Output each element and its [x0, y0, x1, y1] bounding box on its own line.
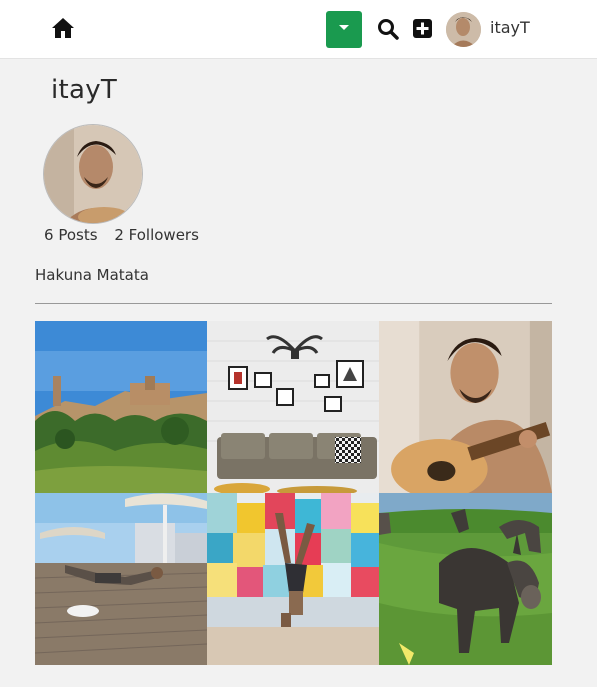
avatar[interactable] [446, 12, 481, 47]
home-icon[interactable] [51, 17, 75, 39]
profile-stats: 6 Posts 2 Followers [44, 226, 199, 244]
followers-count[interactable]: 2 [114, 226, 124, 244]
dropdown-button[interactable] [326, 11, 362, 48]
plus-square-icon[interactable] [413, 19, 432, 38]
profile-bio: Hakuna Matata [35, 266, 149, 284]
post-thumbnail[interactable] [207, 493, 379, 665]
caret-down-icon [339, 25, 349, 30]
posts-label: Posts [58, 226, 98, 244]
nav-username[interactable]: itayT [490, 18, 530, 37]
post-thumbnail[interactable] [35, 321, 207, 493]
divider [35, 303, 552, 304]
post-grid [35, 321, 552, 665]
followers-label[interactable]: Followers [129, 226, 199, 244]
post-thumbnail[interactable] [379, 493, 552, 665]
post-thumbnail[interactable] [207, 321, 379, 493]
profile-name: itayT [51, 75, 118, 105]
profile-avatar [43, 124, 143, 224]
posts-count: 6 [44, 226, 54, 244]
post-thumbnail[interactable] [35, 493, 207, 665]
search-icon[interactable] [377, 18, 399, 40]
post-thumbnail[interactable] [379, 321, 552, 493]
top-navbar: itayT [0, 0, 597, 59]
